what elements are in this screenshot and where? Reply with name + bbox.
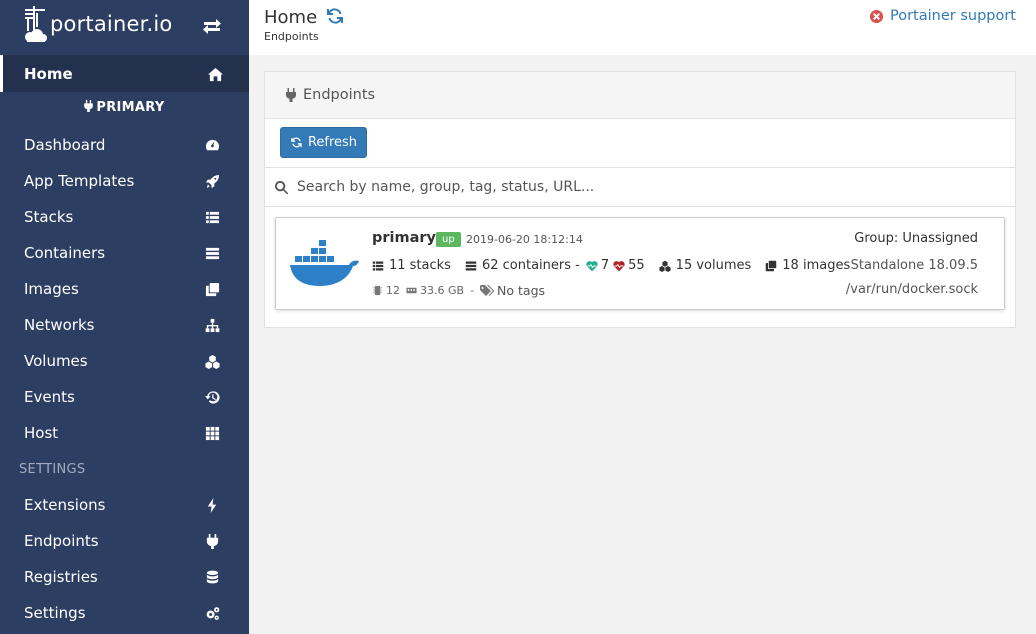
sidebar: portainer.io Home PRIMARY Dashboard App …: [0, 0, 249, 634]
sidebar-item-label: Settings: [24, 604, 86, 622]
bolt-icon: [204, 497, 220, 513]
microchip-icon: [373, 285, 382, 296]
heartbeat-icon: [613, 260, 625, 271]
status-badge: up: [436, 232, 461, 247]
unhealthy-stat: 55: [613, 258, 645, 273]
exchange-icon[interactable]: [202, 16, 222, 36]
list-icon: [372, 261, 384, 270]
sidebar-item-networks[interactable]: Networks: [0, 307, 249, 343]
sidebar-item-label: Endpoints: [24, 532, 99, 550]
list-icon: [204, 209, 220, 225]
sidebar-item-images[interactable]: Images: [0, 271, 249, 307]
memory-icon: [406, 287, 417, 294]
server-icon: [465, 261, 477, 270]
sidebar-item-label: Stacks: [24, 208, 74, 226]
sidebar-header: portainer.io: [0, 0, 249, 55]
endpoint-stats: 11 stacks 62 containers - 7 55 15 volume…: [372, 258, 864, 273]
support-icon: [869, 9, 884, 23]
sidebar-item-label: Extensions: [24, 496, 106, 514]
cogs-icon: [204, 605, 220, 621]
th-icon: [204, 425, 220, 441]
endpoint-url: /var/run/docker.sock: [845, 282, 978, 297]
endpoint-version: Standalone 18.09.5: [850, 258, 978, 273]
meta-separator: -: [470, 284, 475, 297]
sidebar-item-label: Events: [24, 388, 75, 406]
volumes-stat: 15 volumes: [659, 258, 751, 273]
sidebar-item-volumes[interactable]: Volumes: [0, 343, 249, 379]
widget-title-label: Endpoints: [303, 87, 376, 103]
healthy-stat: 7: [586, 258, 609, 273]
breadcrumb: Endpoints: [264, 30, 319, 43]
plug-icon: [286, 88, 296, 102]
sidebar-item-label: Home: [24, 64, 73, 83]
endpoint-timestamp: 2019-06-20 18:12:14: [466, 233, 583, 246]
search-input[interactable]: [297, 179, 897, 195]
endpoint-card[interactable]: primary up 2019-06-20 18:12:14 Group: Un…: [275, 217, 1005, 310]
history-icon: [204, 389, 220, 405]
sidebar-item-containers[interactable]: Containers: [0, 235, 249, 271]
sidebar-item-events[interactable]: Events: [0, 379, 249, 415]
sidebar-item-home[interactable]: Home: [0, 55, 249, 92]
images-stat: 18 images: [765, 258, 850, 273]
sidebar-item-endpoints[interactable]: Endpoints: [0, 523, 249, 559]
memory-stat: 33.6 GB: [406, 284, 464, 297]
sidebar-item-host[interactable]: Host: [0, 415, 249, 451]
stacks-stat: 11 stacks: [372, 258, 451, 273]
sidebar-item-label: Volumes: [24, 352, 88, 370]
support-label: Portainer support: [889, 8, 1016, 24]
endpoint-meta: 12 33.6 GB - No tags: [372, 283, 551, 298]
sidebar-item-label: App Templates: [24, 172, 135, 190]
sidebar-item-settings[interactable]: Settings: [0, 595, 249, 631]
portainer-logo-icon: [25, 6, 47, 42]
page-header: Home Endpoints Portainer support: [249, 0, 1036, 55]
logo-text: portainer.io: [50, 12, 173, 36]
sidebar-item-registries[interactable]: Registries: [0, 559, 249, 595]
containers-stat: 62 containers -: [465, 258, 580, 273]
search-bar: [265, 167, 1015, 207]
sitemap-icon: [204, 317, 220, 333]
page-title: Home: [264, 7, 318, 28]
server-icon: [204, 245, 220, 261]
portainer-logo[interactable]: portainer.io: [22, 4, 172, 44]
tags-stat: No tags: [480, 283, 545, 298]
cubes-icon: [204, 353, 220, 369]
refresh-button-label: Refresh: [307, 135, 358, 150]
sidebar-item-label: Images: [24, 280, 79, 298]
sidebar-item-label: Containers: [24, 244, 106, 262]
active-endpoint-name: PRIMARY: [0, 100, 249, 115]
sidebar-item-label: Networks: [24, 316, 95, 334]
cpu-stat: 12: [372, 284, 400, 297]
cubes-icon: [659, 260, 671, 272]
refresh-icon[interactable]: [325, 6, 345, 26]
settings-section-title: SETTINGS: [19, 462, 86, 477]
dashboard-icon: [204, 137, 220, 153]
support-link[interactable]: Portainer support: [869, 8, 1016, 24]
rocket-icon: [204, 173, 220, 189]
widget-title: Endpoints: [265, 72, 1015, 119]
plug-icon: [84, 100, 94, 112]
tags-icon: [480, 284, 495, 296]
endpoint-group: Group: Unassigned: [854, 231, 978, 246]
sidebar-item-extensions[interactable]: Extensions: [0, 487, 249, 523]
sidebar-item-app-templates[interactable]: App Templates: [0, 163, 249, 199]
database-icon: [204, 569, 220, 585]
heartbeat-icon: [586, 260, 598, 271]
clone-icon: [204, 281, 220, 297]
sidebar-item-label: Dashboard: [24, 136, 106, 154]
plug-icon: [204, 533, 220, 549]
refresh-button[interactable]: Refresh: [280, 127, 367, 158]
refresh-icon: [291, 137, 302, 148]
endpoint-name: primary: [372, 230, 436, 246]
docker-icon: [290, 240, 359, 286]
sidebar-item-dashboard[interactable]: Dashboard: [0, 127, 249, 163]
sidebar-item-label: Registries: [24, 568, 98, 586]
search-icon: [274, 180, 289, 194]
endpoints-widget: Endpoints Refresh primary up 2019-06-20 …: [264, 71, 1016, 328]
home-icon: [207, 66, 223, 82]
clone-icon: [766, 260, 777, 271]
sidebar-item-stacks[interactable]: Stacks: [0, 199, 249, 235]
sidebar-item-label: Host: [24, 424, 59, 442]
